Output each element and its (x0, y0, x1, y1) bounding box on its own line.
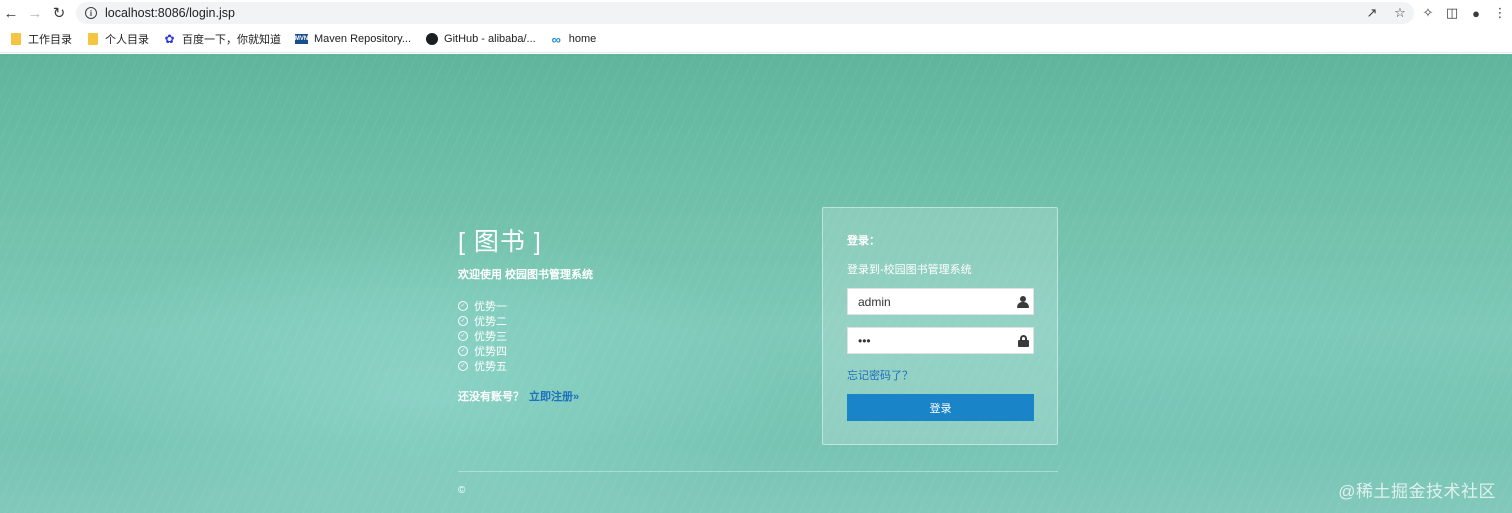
menu-kebab-icon[interactable]: ⋮ (1492, 5, 1508, 21)
circle-check-icon: ✓ (458, 300, 468, 311)
bookmark-github[interactable]: GitHub - alibaba/... (419, 28, 542, 50)
circle-check-icon: ✓ (458, 360, 468, 371)
side-panel-icon[interactable]: ◫ (1444, 5, 1460, 21)
circle-check-icon: ✓ (458, 330, 468, 341)
lock-icon (1013, 328, 1033, 353)
bookmark-personal-dir[interactable]: 个人目录 (80, 28, 155, 50)
bookmark-home[interactable]: ∞ home (544, 28, 603, 50)
maven-icon: MVN (294, 34, 309, 44)
forward-arrow-icon[interactable]: → (24, 2, 46, 24)
circle-check-icon: ✓ (458, 345, 468, 356)
address-url: localhost:8086/login.jsp (105, 6, 235, 20)
username-field-wrapper (847, 288, 1034, 315)
signup-prompt: 还没有账号？ 立即注册» (458, 391, 580, 403)
reload-icon[interactable]: ↻ (48, 2, 70, 24)
bookmark-maven[interactable]: MVN Maven Repository... (289, 28, 417, 50)
login-button[interactable]: 登录 (847, 394, 1034, 421)
back-arrow-icon[interactable]: ← (0, 2, 22, 24)
register-link[interactable]: 立即注册» (529, 391, 579, 403)
watermark-text: @稀土掘金技术社区 (1338, 482, 1496, 501)
copyright-text: © (458, 485, 466, 496)
bookmark-work-dir[interactable]: 工作目录 (3, 28, 78, 50)
baidu-paw-icon: ✿ (164, 32, 175, 46)
list-item: ✓ 优势四 (458, 343, 788, 358)
folder-icon (9, 33, 22, 46)
login-page: [ 图书 ] 欢迎使用 校园图书管理系统 ✓ 优势一 ✓ 优势二 ✓ 优势三 ✓ 优势四… (0, 54, 1512, 513)
address-bar[interactable]: i localhost:8086/login.jsp ↗ ☆ (76, 2, 1414, 24)
login-subtitle: 登录到-校园图书管理系统 (847, 264, 972, 276)
brand-title: [ 图书 ] (458, 228, 542, 256)
browser-toolbar: ← → ↻ i localhost:8086/login.jsp ↗ ☆ ✧ ◫… (0, 0, 1512, 26)
login-panel: 登录： 登录到-校园图书管理系统 忘记密码了？ 登录 (822, 207, 1058, 445)
list-item: ✓ 优势二 (458, 313, 788, 328)
forgot-password-link[interactable]: 忘记密码了？ (847, 367, 913, 383)
site-info-icon[interactable]: i (85, 7, 97, 19)
circle-check-icon: ✓ (458, 315, 468, 326)
profile-avatar-icon[interactable]: ● (1468, 5, 1484, 21)
list-item: ✓ 优势一 (458, 298, 788, 313)
folder-icon (86, 33, 99, 46)
infinity-icon: ∞ (551, 31, 561, 47)
login-title: 登录： (847, 235, 880, 247)
password-input[interactable] (848, 328, 1013, 353)
share-icon[interactable]: ↗ (1364, 5, 1380, 21)
intro-section: [ 图书 ] 欢迎使用 校园图书管理系统 ✓ 优势一 ✓ 优势二 ✓ 优势三 ✓ 优势四… (458, 222, 788, 404)
welcome-text: 欢迎使用 校园图书管理系统 (458, 269, 594, 281)
feature-list: ✓ 优势一 ✓ 优势二 ✓ 优势三 ✓ 优势四 ✓ 优势五 (458, 298, 788, 373)
username-input[interactable] (848, 289, 1013, 314)
bookmark-baidu[interactable]: ✿ 百度一下，你就知道 (157, 28, 287, 50)
extensions-puzzle-icon[interactable]: ✧ (1420, 5, 1436, 21)
footer-divider (458, 471, 1058, 472)
bookmark-star-icon[interactable]: ☆ (1392, 5, 1408, 21)
bookmarks-bar: 工作目录 个人目录 ✿ 百度一下，你就知道 MVN Maven Reposito… (0, 26, 1512, 53)
user-icon (1013, 289, 1033, 314)
list-item: ✓ 优势五 (458, 358, 788, 373)
list-item: ✓ 优势三 (458, 328, 788, 343)
github-icon (425, 33, 438, 46)
password-field-wrapper (847, 327, 1034, 354)
